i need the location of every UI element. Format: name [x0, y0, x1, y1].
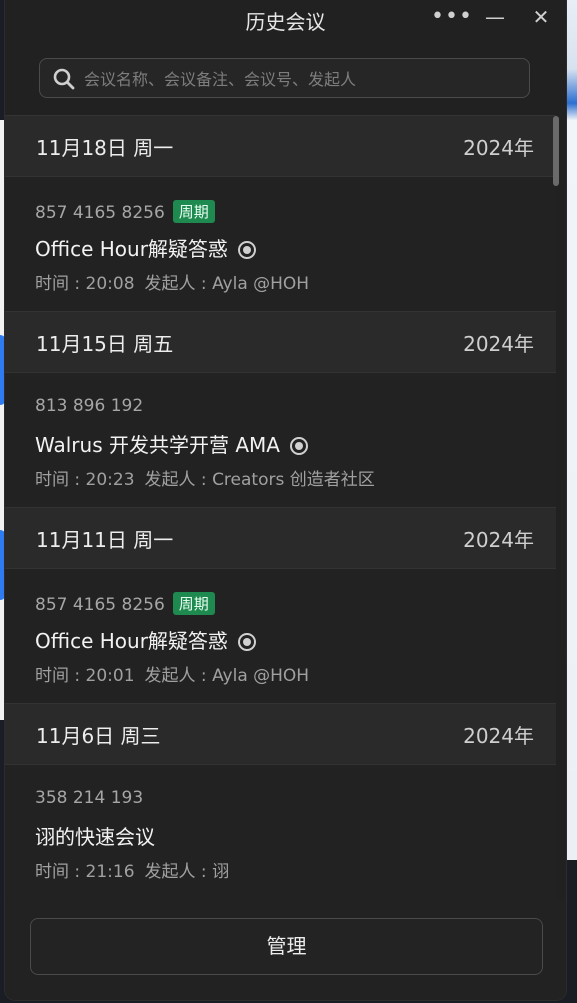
date-group-header: 11月15日 周五 2024年: [5, 311, 556, 373]
meeting-id: 857 4165 8256: [35, 203, 165, 223]
meeting-meta: 时间 : 21:16 发起人 : 诩: [35, 857, 239, 882]
meeting-time: 时间 : 21:16: [35, 862, 135, 882]
group-year: 2024年: [463, 136, 534, 160]
meeting-time: 时间 : 20:23: [35, 470, 135, 490]
group-year: 2024年: [463, 332, 534, 356]
meeting-item[interactable]: 857 4165 8256 周期 Office Hour解疑答惑时间 : 20:08…: [5, 177, 556, 311]
meeting-id: 857 4165 8256: [35, 595, 165, 615]
meeting-title-row: 诩的快速会议: [35, 821, 155, 850]
meeting-host: 发起人 : Creators 创造者社区: [144, 470, 375, 490]
meeting-item[interactable]: 358 214 193 诩的快速会议时间 : 21:16 发起人 : 诩: [5, 765, 556, 899]
history-meetings-window: 历史会议 ••• — ✕ 11月18日 周一 2024年 857 4165 8256…: [5, 0, 566, 1000]
meeting-time: 时间 : 20:01: [35, 666, 135, 686]
group-year: 2024年: [463, 528, 534, 552]
more-options-button[interactable]: •••: [431, 3, 472, 31]
minimize-button[interactable]: —: [480, 3, 510, 31]
group-date: 11月11日 周一: [36, 528, 174, 552]
meeting-item[interactable]: 857 4165 8256 周期 Office Hour解疑答惑时间 : 20:01…: [5, 569, 556, 703]
date-group-header: 11月6日 周三 2024年: [5, 703, 556, 765]
date-group-header: 11月11日 周一 2024年: [5, 507, 556, 569]
meeting-title: Walrus 开发共学开营 AMA: [35, 433, 280, 457]
recurring-badge: 周期: [172, 200, 215, 223]
search-input[interactable]: [82, 59, 526, 99]
group-date: 11月6日 周三: [36, 724, 161, 748]
meeting-title: Office Hour解疑答惑: [35, 237, 228, 261]
scrollbar-thumb[interactable]: [553, 116, 559, 186]
meeting-time: 时间 : 20:08: [35, 274, 135, 294]
meeting-id-row: 857 4165 8256 周期: [35, 200, 215, 223]
search-icon: [53, 68, 75, 90]
recording-icon[interactable]: [237, 633, 256, 651]
meeting-list[interactable]: 11月18日 周一 2024年 857 4165 8256 周期 Office Hour…: [5, 115, 556, 900]
meeting-meta: 时间 : 20:01 发起人 : Ayla @HOH: [35, 661, 319, 686]
date-group-header: 11月18日 周一 2024年: [5, 115, 556, 177]
recording-icon[interactable]: [289, 437, 308, 455]
meeting-meta: 时间 : 20:08 发起人 : Ayla @HOH: [35, 269, 319, 294]
meeting-id-row: 358 214 193: [35, 788, 143, 808]
title-bar[interactable]: 历史会议 ••• — ✕: [5, 0, 566, 38]
meeting-meta: 时间 : 20:23 发起人 : Creators 创造者社区: [35, 465, 385, 490]
meeting-host: 发起人 : 诩: [144, 862, 230, 882]
search-box[interactable]: [39, 58, 530, 99]
meeting-id-row: 857 4165 8256 周期: [35, 592, 215, 615]
meeting-title: Office Hour解疑答惑: [35, 629, 228, 653]
meeting-id: 813 896 192: [35, 396, 144, 416]
meeting-title-row: Office Hour解疑答惑: [35, 625, 256, 654]
recurring-badge: 周期: [172, 592, 215, 615]
group-date: 11月15日 周五: [36, 332, 174, 356]
meeting-item[interactable]: 813 896 192 Walrus 开发共学开营 AMA 时间 : 20:23 发起…: [5, 373, 556, 507]
meeting-host: 发起人 : Ayla @HOH: [144, 666, 310, 686]
meeting-host: 发起人 : Ayla @HOH: [144, 274, 310, 294]
meeting-title-row: Office Hour解疑答惑: [35, 233, 256, 262]
footer: 管理: [5, 900, 566, 1000]
meeting-id-row: 813 896 192: [35, 396, 143, 416]
manage-button[interactable]: 管理: [30, 918, 543, 975]
meeting-id: 358 214 193: [35, 788, 144, 808]
group-year: 2024年: [463, 724, 534, 748]
group-date: 11月18日 周一: [36, 136, 174, 160]
meeting-title-row: Walrus 开发共学开营 AMA: [35, 429, 308, 458]
close-button[interactable]: ✕: [526, 3, 556, 31]
recording-icon[interactable]: [237, 241, 256, 259]
meeting-title: 诩的快速会议: [35, 825, 155, 849]
